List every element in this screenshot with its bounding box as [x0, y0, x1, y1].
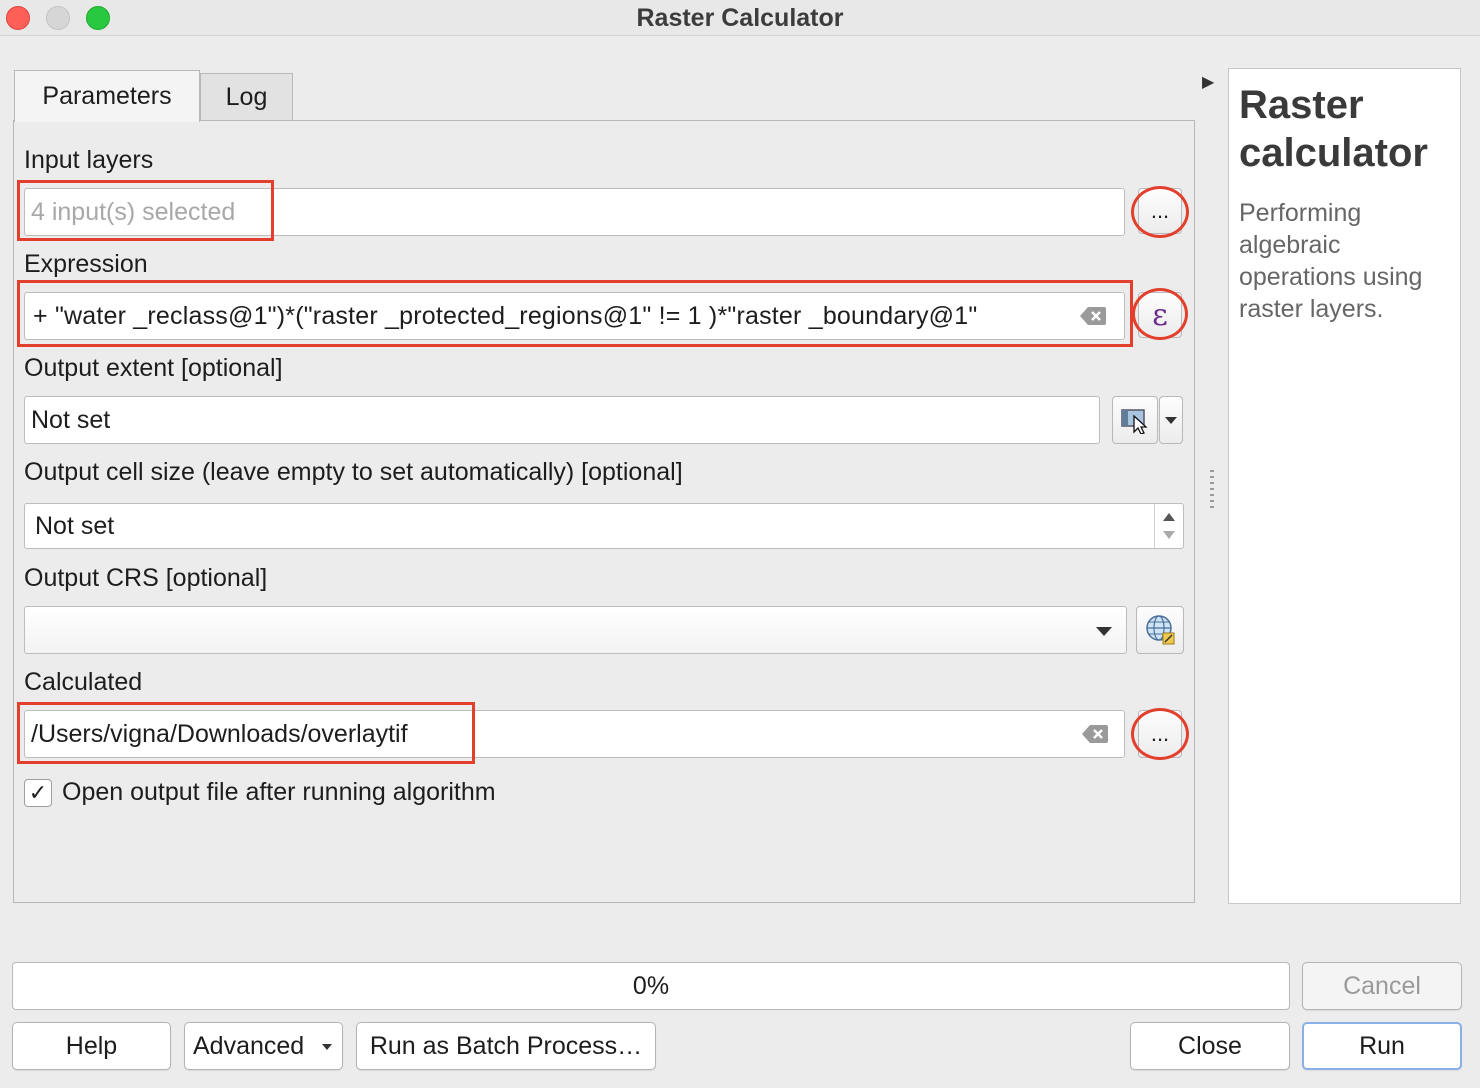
crs-select-button[interactable]: [1136, 606, 1184, 654]
help-title: Raster calculator: [1239, 83, 1428, 175]
open-output-label[interactable]: Open output file after running algorithm: [62, 778, 496, 807]
input-layers-field[interactable]: 4 input(s) selected: [24, 188, 1125, 236]
output-extent-value: Not set: [31, 405, 111, 434]
cell-size-label: Output cell size (leave empty to set aut…: [24, 458, 683, 486]
expression-value: + "water _reclass@1")*("raster _protecte…: [33, 301, 978, 330]
chevron-down-icon: [322, 1044, 332, 1050]
calculated-output-value: /Users/vigna/Downloads/overlaytif: [31, 719, 408, 748]
calculated-browse-button[interactable]: ...: [1138, 710, 1182, 758]
chevron-down-icon: [1165, 416, 1177, 424]
help-panel: Raster calculator Performing algebraic o…: [1228, 68, 1461, 904]
calculated-label: Calculated: [24, 668, 143, 696]
clear-icon[interactable]: [1082, 724, 1108, 744]
cancel-button[interactable]: Cancel: [1302, 962, 1462, 1010]
cell-size-spinbox[interactable]: Not set: [24, 503, 1184, 549]
calculated-output-field[interactable]: /Users/vigna/Downloads/overlaytif: [24, 710, 1125, 758]
output-crs-label: Output CRS [optional]: [24, 564, 268, 592]
chevron-down-icon: [1096, 627, 1112, 636]
extent-options-dropdown[interactable]: [1159, 396, 1183, 444]
stepper-up-icon[interactable]: [1163, 513, 1175, 521]
run-button[interactable]: Run: [1302, 1022, 1462, 1070]
close-button[interactable]: Close: [1130, 1022, 1290, 1070]
output-crs-select[interactable]: [24, 606, 1127, 654]
cell-size-stepper[interactable]: [1154, 504, 1183, 548]
epsilon-icon: ε: [1152, 297, 1168, 333]
expression-input[interactable]: + "water _reclass@1")*("raster _protecte…: [24, 292, 1125, 340]
help-button[interactable]: Help: [12, 1022, 171, 1070]
checkmark-icon: ✓: [28, 780, 48, 805]
title-bar: Raster Calculator: [0, 0, 1480, 36]
progress-text: 0%: [632, 971, 670, 1000]
window-title: Raster Calculator: [636, 4, 844, 32]
input-layers-label: Input layers: [24, 146, 154, 174]
input-layers-browse-button[interactable]: ...: [1138, 188, 1182, 234]
advanced-label: Advanced: [193, 1031, 305, 1060]
globe-crs-icon: [1146, 615, 1175, 645]
expression-builder-button[interactable]: ε: [1138, 292, 1182, 338]
run-batch-button[interactable]: Run as Batch Process…: [356, 1022, 656, 1070]
expression-label: Expression: [24, 250, 148, 278]
splitter-handle[interactable]: [1210, 470, 1214, 510]
open-output-checkbox[interactable]: ✓: [24, 779, 52, 807]
tab-log[interactable]: Log: [200, 73, 293, 121]
tab-parameters[interactable]: Parameters: [14, 70, 200, 122]
output-extent-label: Output extent [optional]: [24, 354, 283, 382]
stepper-down-icon[interactable]: [1163, 531, 1175, 539]
progress-bar: 0%: [12, 962, 1290, 1010]
extent-select-button[interactable]: [1112, 396, 1158, 444]
cell-size-value: Not set: [35, 511, 115, 540]
map-canvas-select-icon: [1121, 409, 1148, 434]
output-extent-field[interactable]: Not set: [24, 396, 1100, 444]
advanced-dropdown-button[interactable]: Advanced: [184, 1022, 343, 1070]
input-layers-placeholder: 4 input(s) selected: [31, 197, 236, 226]
chevron-right-icon[interactable]: ▶: [1202, 72, 1214, 92]
clear-icon[interactable]: [1080, 306, 1106, 326]
help-description: Performing algebraic operations using ra…: [1239, 199, 1423, 323]
